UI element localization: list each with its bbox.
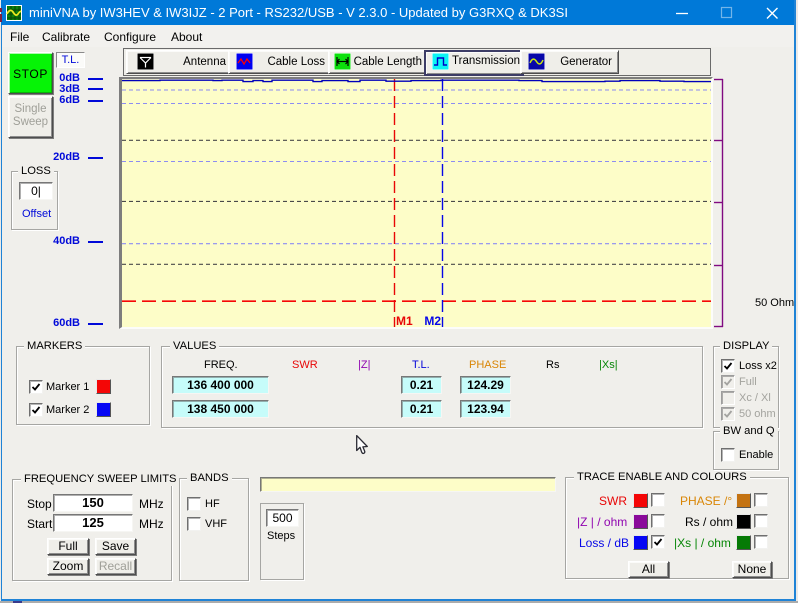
svg-text:M1: M1 — [396, 314, 413, 327]
svg-text:M2: M2 — [424, 314, 441, 327]
